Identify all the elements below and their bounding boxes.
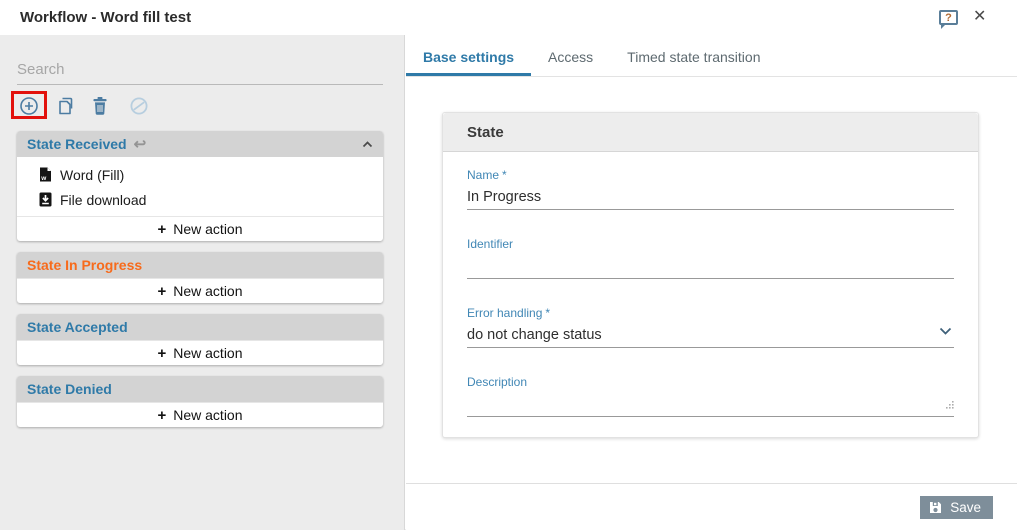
circled-plus-icon[interactable] (19, 96, 39, 116)
error-handling-select[interactable]: do not change status (467, 324, 954, 348)
copy-icon[interactable] (56, 96, 76, 116)
chevron-down-icon[interactable] (939, 322, 952, 340)
new-action-button[interactable]: + New action (17, 340, 383, 365)
identifier-input[interactable] (467, 255, 954, 279)
state-label: State In Progress (27, 257, 142, 273)
window-title: Workflow - Word fill test (20, 9, 191, 26)
state-panel-received: State Received ↩ w Word (Fill) (17, 131, 383, 241)
state-label: State Received (27, 136, 127, 152)
new-action-label: New action (173, 345, 242, 361)
new-action-button[interactable]: + New action (17, 216, 383, 241)
new-action-button[interactable]: + New action (17, 278, 383, 303)
block-icon (129, 96, 149, 116)
name-input[interactable]: In Progress (467, 186, 954, 210)
help-icon[interactable]: ? (939, 10, 958, 25)
action-item-label: File download (60, 192, 146, 208)
action-item-word-fill[interactable]: w Word (Fill) (17, 162, 383, 187)
field-description: Description (467, 375, 954, 417)
plus-icon: + (157, 345, 166, 362)
field-error-handling: Error handling* do not change status (467, 306, 954, 348)
trash-icon[interactable] (91, 96, 111, 116)
new-action-label: New action (173, 407, 242, 423)
state-header-in-progress[interactable]: State In Progress (17, 252, 383, 278)
field-name: Name* In Progress (467, 168, 954, 210)
tab-access[interactable]: Access (531, 40, 610, 76)
description-textarea[interactable] (467, 393, 954, 417)
card-header: State (443, 113, 978, 152)
save-button[interactable]: Save (920, 496, 993, 519)
state-header-denied[interactable]: State Denied (17, 376, 383, 402)
plus-icon: + (157, 283, 166, 300)
help-glyph: ? (945, 12, 952, 24)
new-action-label: New action (173, 221, 242, 237)
search-field-wrap (17, 59, 383, 85)
tab-timed-state-transition[interactable]: Timed state transition (610, 40, 777, 76)
error-handling-field-label: Error handling (467, 306, 542, 320)
floppy-disk-icon (929, 501, 942, 514)
state-settings-card: State Name* In Progress Identifier Error… (442, 112, 979, 438)
state-panel-list: State Received ↩ w Word (Fill) (17, 131, 383, 438)
card-title: State (467, 124, 504, 141)
action-list: w Word (Fill) File download (17, 157, 383, 216)
tab-base-settings[interactable]: Base settings (406, 40, 531, 76)
workflow-sidebar: State Received ↩ w Word (Fill) (0, 35, 405, 530)
undo-icon: ↩ (134, 135, 147, 153)
svg-text:w: w (40, 175, 47, 182)
word-file-icon: w (39, 167, 52, 182)
save-button-label: Save (950, 500, 981, 515)
tab-bar: Base settings Access Timed state transit… (406, 40, 1017, 77)
sidebar-toolbar (0, 93, 405, 123)
name-field-label: Name (467, 168, 499, 182)
state-header-received[interactable]: State Received ↩ (17, 131, 383, 157)
action-item-label: Word (Fill) (60, 167, 124, 183)
state-panel-in-progress: State In Progress + New action (17, 252, 383, 303)
description-field-label: Description (467, 375, 527, 389)
state-label: State Denied (27, 381, 112, 397)
file-download-icon (39, 192, 52, 207)
plus-icon: + (157, 221, 166, 238)
resize-grip-icon[interactable] (945, 396, 954, 414)
search-input[interactable] (17, 59, 383, 85)
card-body: Name* In Progress Identifier Error handl… (443, 152, 978, 437)
close-icon[interactable]: ✕ (973, 7, 986, 27)
state-panel-denied: State Denied + New action (17, 376, 383, 427)
field-identifier: Identifier (467, 237, 954, 279)
required-marker: * (545, 306, 550, 320)
footer-bar: Save (406, 483, 1017, 530)
identifier-field-label: Identifier (467, 237, 513, 251)
new-action-button[interactable]: + New action (17, 402, 383, 427)
state-label: State Accepted (27, 319, 128, 335)
required-marker: * (502, 168, 507, 182)
title-bar: Workflow - Word fill test ? ✕ (0, 0, 1017, 35)
state-header-accepted[interactable]: State Accepted (17, 314, 383, 340)
action-item-file-download[interactable]: File download (17, 187, 383, 212)
new-action-label: New action (173, 283, 242, 299)
state-panel-accepted: State Accepted + New action (17, 314, 383, 365)
chevron-up-icon[interactable] (362, 141, 373, 148)
main-pane: Base settings Access Timed state transit… (406, 35, 1017, 530)
plus-icon: + (157, 407, 166, 424)
